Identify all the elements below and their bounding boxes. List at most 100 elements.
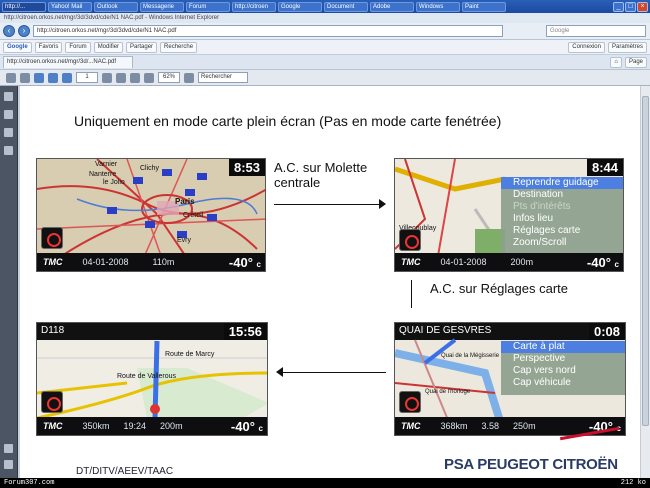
vertical-scrollbar[interactable] (640, 86, 650, 478)
settings-link[interactable]: Paramètres (607, 41, 647, 53)
distance-readout: 368km (440, 421, 468, 431)
links-item[interactable]: Favoris (34, 41, 63, 53)
bookmarks-icon[interactable] (4, 110, 13, 119)
task-item[interactable]: Windows (416, 1, 460, 12)
task-item[interactable]: Messagerie (140, 1, 184, 12)
tmc-label: TMC (43, 257, 63, 267)
scrollbar-thumb[interactable] (642, 96, 649, 426)
place-label: Nanterre (89, 171, 117, 178)
temp-value: -40° (230, 418, 255, 434)
temperature-readout: -40° c (229, 255, 261, 270)
task-item[interactable]: Google (278, 1, 322, 12)
task-item[interactable]: Paint (462, 1, 506, 12)
menu-item-heading-up[interactable]: Cap véhicule (501, 377, 625, 389)
link-icon[interactable] (4, 460, 13, 469)
taskbar: http://... Yahoo! Mail Outlook Messageri… (0, 0, 650, 13)
save-icon[interactable] (6, 72, 16, 83)
nav-screen-map-settings: QUAI DE GESVRES 0:08 Quai de la Mégisser… (394, 322, 626, 436)
menu-item-perspective[interactable]: Perspective (501, 353, 625, 365)
street-name-label: QUAI DE GESVRES (399, 325, 492, 336)
menu-item-flat-map[interactable]: Carte à plat (501, 341, 625, 353)
map-settings-menu: Carte à plat Perspective Cap vers nord C… (501, 341, 625, 395)
minimize-button[interactable]: _ (613, 1, 624, 12)
menu-item-zoom[interactable]: Zoom/Scroll (501, 237, 623, 249)
temp-value: -40° (586, 254, 611, 270)
maximize-button[interactable]: □ (625, 1, 636, 12)
links-item[interactable]: Forum (65, 41, 91, 53)
temp-unit: c (258, 423, 263, 433)
page-number-field[interactable]: 1 (76, 72, 98, 83)
date-readout: 04-01-2008 (82, 257, 129, 267)
menu-item-map-settings[interactable]: Réglages carte (501, 225, 623, 237)
print-icon[interactable] (20, 72, 30, 83)
select-tool-icon[interactable] (116, 72, 126, 83)
place-label: Varnier (95, 161, 118, 168)
caption-wheel: A.C. sur Molette centrale (274, 160, 367, 190)
status-right: 212 ko (620, 479, 646, 487)
fit-page-icon[interactable] (184, 72, 194, 83)
clock: 8:44 (586, 159, 623, 176)
back-button[interactable]: ‹ (3, 25, 15, 37)
task-item[interactable]: Forum (186, 1, 230, 12)
layers-icon[interactable] (4, 128, 13, 137)
menu-item-resume[interactable]: Reprendre guidage (501, 177, 623, 189)
find-input[interactable]: Rechercher (198, 72, 248, 83)
links-item[interactable]: Partager (126, 41, 158, 53)
links-item[interactable]: Recherche (160, 41, 198, 53)
pdf-nav-panel (0, 86, 18, 478)
temp-unit: c (614, 259, 619, 269)
street-label: Route de Vallerous (117, 373, 177, 380)
task-item[interactable]: Outlook (94, 1, 138, 12)
task-item[interactable]: Yahoo! Mail (48, 1, 92, 12)
temp-unit: c (256, 259, 261, 269)
street-label: Quai de l'horloge (425, 389, 471, 395)
distance-readout: 250m (513, 421, 536, 431)
temperature-readout: -40° c (231, 419, 263, 434)
menu-item-north-up[interactable]: Cap vers nord (501, 365, 625, 377)
search-input[interactable]: Google (546, 25, 646, 37)
road-label: D118 (41, 325, 65, 336)
url-field[interactable]: http://citroen.orkos.net/mgr/3d/3dvd/cde… (33, 25, 503, 37)
tmc-label: TMC (401, 257, 421, 267)
zoom-field[interactable]: 62% (158, 72, 180, 83)
task-item[interactable]: Document (324, 1, 368, 12)
prev-page-icon[interactable] (48, 72, 58, 83)
task-item[interactable]: Adobe (370, 1, 414, 12)
footer-code: DT/DITV/AEEV/TAAC (76, 466, 174, 477)
tab-pdf[interactable]: http://citroen.orkos.net/mgr/3d/...NAC.p… (3, 56, 133, 68)
signin-link[interactable]: Connexion (568, 41, 605, 53)
zoom-in-icon[interactable] (144, 72, 154, 83)
temp-value: -40° (228, 254, 253, 270)
distance-readout: 200m (160, 421, 183, 431)
google-toolbar-button[interactable]: Google (3, 41, 32, 53)
zoom-out-icon[interactable] (130, 72, 140, 83)
close-button[interactable]: × (637, 1, 648, 12)
caption-settings: A.C. sur Réglages carte (430, 281, 569, 296)
distance-readout: 3.58 (481, 421, 500, 431)
nav-screen-menu: Villecoublay 8:44 Reprendre guidage Dest… (394, 158, 624, 272)
page-menu[interactable]: Page (624, 56, 647, 68)
links-item[interactable]: Modifier (93, 41, 124, 53)
email-icon[interactable] (34, 72, 44, 83)
distance-readout: 350km (82, 421, 110, 431)
slide-title: Uniquement en mode carte plein écran (Pa… (74, 113, 502, 129)
caption-line: A.C. sur Molette (274, 160, 368, 175)
links-bar: Google Favoris Forum Modifier Partager R… (0, 40, 650, 55)
task-item[interactable]: http://citroen (232, 1, 276, 12)
arrow-right (274, 204, 382, 205)
next-page-icon[interactable] (62, 72, 72, 83)
pages-icon[interactable] (4, 92, 13, 101)
menu-item-destination[interactable]: Destination (501, 189, 623, 201)
forward-button[interactable]: › (18, 25, 30, 37)
menu-item-place-info[interactable]: Infos lieu (501, 213, 623, 225)
attachments-icon[interactable] (4, 146, 13, 155)
compass-icon (41, 227, 63, 249)
menu-item-poi[interactable]: Pts d'intérêts (501, 201, 623, 213)
street-label: Quai de la Mégisserie (441, 353, 500, 359)
nav-menu: Reprendre guidage Destination Pts d'inté… (501, 177, 623, 255)
arrow-head-icon (379, 199, 386, 209)
task-item[interactable]: http://... (2, 1, 46, 12)
comments-icon[interactable] (4, 444, 13, 453)
home-button[interactable]: ⌂ (610, 56, 622, 68)
hand-tool-icon[interactable] (102, 72, 112, 83)
